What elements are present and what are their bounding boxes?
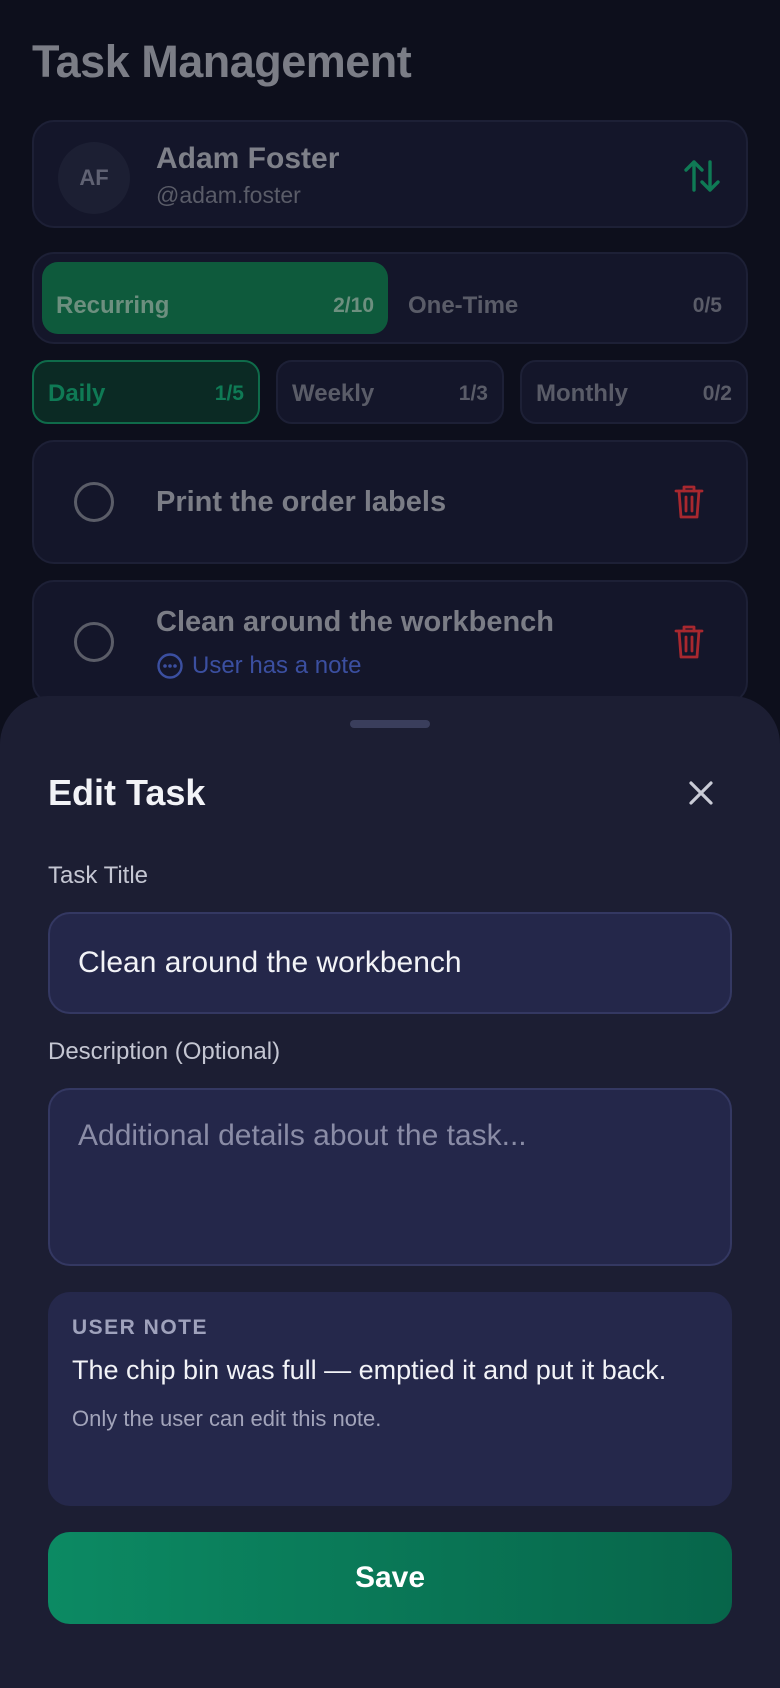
tab-recurring-count: 2/10: [333, 294, 374, 317]
filter-weekly[interactable]: Weekly 1/3: [276, 360, 504, 424]
filter-weekly-label: Weekly: [292, 380, 375, 407]
tab-recurring-label: Recurring: [56, 292, 170, 319]
sort-arrows-icon[interactable]: [682, 156, 722, 196]
task-management-screen: Task Management AF Adam Foster @adam.fos…: [0, 0, 780, 1688]
user-note-heading: USER NOTE: [72, 1316, 209, 1339]
description-label: Description (Optional): [48, 1038, 281, 1065]
trash-icon[interactable]: [674, 484, 704, 520]
page-title: Task Management: [32, 36, 412, 87]
user-note-footer: Only the user can edit this note.: [72, 1405, 382, 1431]
tab-one-time-label: One-Time: [408, 292, 519, 319]
user-note-text: The chip bin was full — emptied it and p…: [72, 1355, 667, 1385]
edit-task-sheet: Edit Task Task Title Description (Option…: [0, 696, 780, 1688]
sheet-title: Edit Task: [48, 772, 206, 813]
tab-one-time-count: 0/5: [692, 294, 722, 317]
task-note-label: User has a note: [192, 652, 362, 679]
filter-monthly-label: Monthly: [536, 380, 628, 407]
task-title-label: Task Title: [48, 862, 149, 889]
user-note-box: USER NOTE The chip bin was full — emptie…: [48, 1292, 732, 1506]
task-checkbox[interactable]: [74, 622, 114, 662]
tab-recurring[interactable]: Recurring 2/10: [42, 262, 388, 334]
task-title: Print the order labels: [156, 486, 447, 518]
filter-daily-label: Daily: [48, 380, 106, 407]
sheet-drag-handle[interactable]: [350, 720, 430, 728]
description-input[interactable]: [48, 1088, 732, 1266]
task-title: Clean around the workbench: [156, 606, 554, 638]
user-name: Adam Foster: [156, 142, 340, 175]
filter-daily-count: 1/5: [214, 382, 244, 405]
avatar: AF: [58, 142, 130, 214]
task-item[interactable]: Print the order labels: [32, 440, 748, 564]
user-card: AF Adam Foster @adam.foster: [32, 120, 748, 228]
filter-monthly[interactable]: Monthly 0/2: [520, 360, 748, 424]
task-type-toggle: Recurring 2/10 One-Time 0/5: [32, 252, 748, 344]
user-handle: @adam.foster: [156, 182, 301, 208]
close-icon[interactable]: [686, 778, 716, 808]
task-note-indicator: User has a note: [156, 652, 361, 680]
save-button[interactable]: Save: [48, 1532, 732, 1624]
task-item[interactable]: Clean around the workbench User has a no…: [32, 580, 748, 704]
tab-one-time[interactable]: One-Time 0/5: [394, 262, 742, 334]
filter-weekly-count: 1/3: [458, 382, 488, 405]
trash-icon[interactable]: [674, 624, 704, 660]
task-title-input[interactable]: [48, 912, 732, 1014]
filter-daily[interactable]: Daily 1/5: [32, 360, 260, 424]
chat-bubble-icon: [157, 653, 183, 679]
filter-monthly-count: 0/2: [702, 382, 732, 405]
task-checkbox[interactable]: [74, 482, 114, 522]
